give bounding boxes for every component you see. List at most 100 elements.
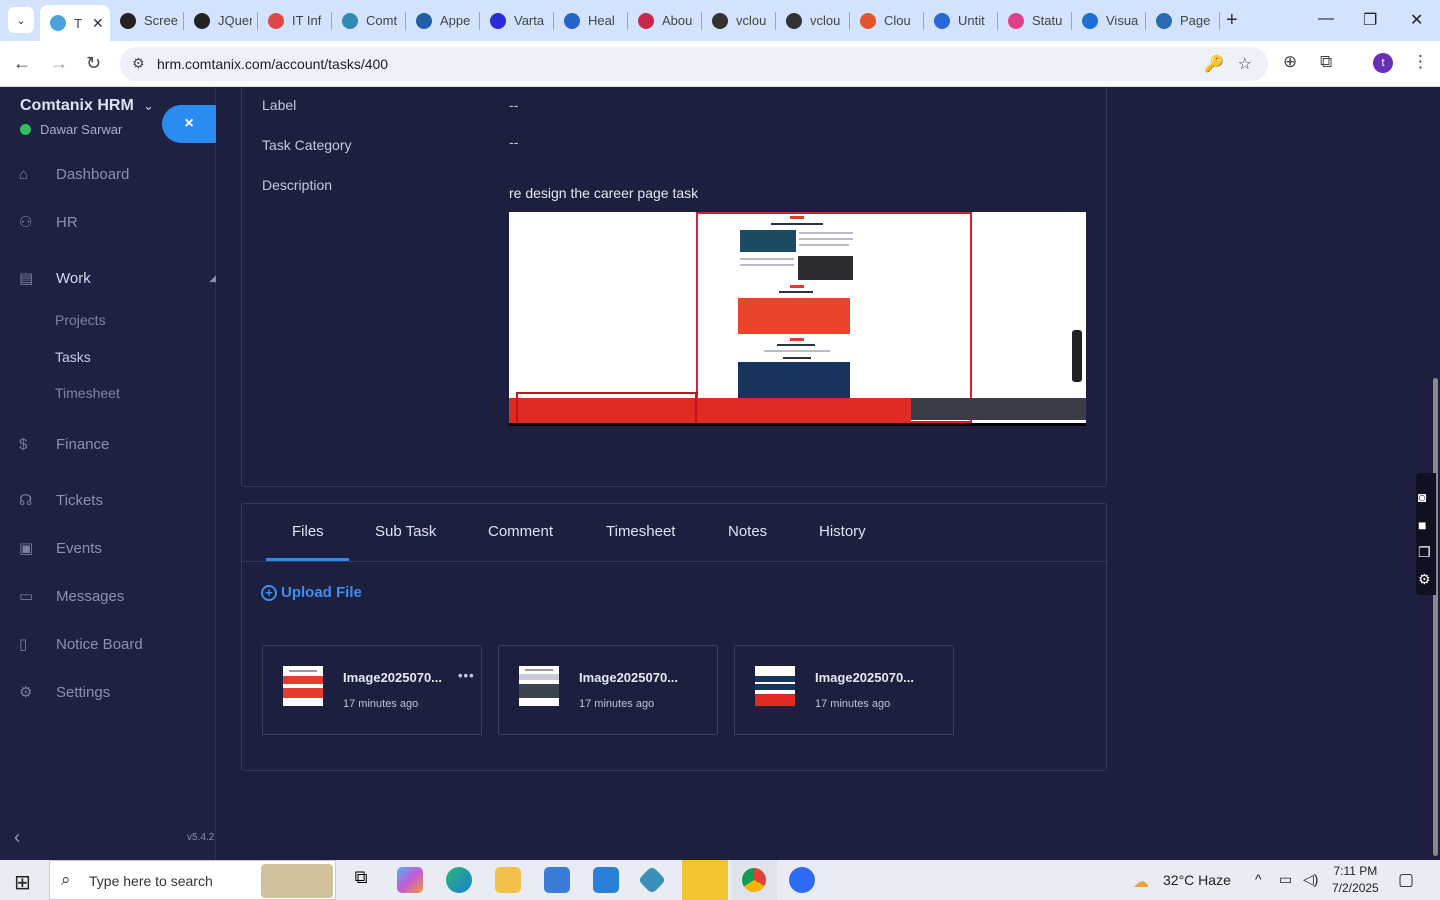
volume-icon[interactable]: ◁) <box>1303 871 1318 888</box>
camera-icon[interactable]: ◙ <box>1418 489 1426 505</box>
tab-files[interactable]: Files <box>292 523 324 540</box>
store-icon[interactable] <box>544 867 570 893</box>
highlight-box <box>516 392 697 423</box>
file-thumbnail[interactable] <box>283 666 323 706</box>
file-name[interactable]: Image2025070... <box>343 670 442 685</box>
sidebar-item-hr[interactable]: ⚇ HR <box>0 207 216 237</box>
edge-icon[interactable] <box>446 867 472 893</box>
extensions-icon[interactable]: ⧉ <box>1320 52 1332 72</box>
forward-icon[interactable]: → <box>50 53 68 74</box>
sidebar-item-tickets[interactable]: ☊ Tickets <box>0 485 216 515</box>
chrome-icon[interactable] <box>731 860 777 900</box>
omnibox-actions[interactable]: 🔑 ☆ <box>1204 54 1252 74</box>
notifications-icon[interactable]: ▢ <box>1398 870 1414 890</box>
file-card[interactable]: Image2025070... 17 minutes ago <box>734 645 954 735</box>
network-icon[interactable]: ▭ <box>1279 871 1292 888</box>
sidebar-subitem-timesheet[interactable]: Timesheet <box>55 385 120 401</box>
browser-tab[interactable]: Clou <box>850 0 924 41</box>
translate-icon[interactable]: ⊕ <box>1283 52 1297 72</box>
tab-notes[interactable]: Notes <box>728 523 767 540</box>
sidebar-item-settings[interactable]: ⚙ Settings <box>0 677 216 707</box>
tab-search-icon[interactable]: ⌄ <box>8 7 34 33</box>
gear-icon[interactable]: ⚙ <box>1418 571 1431 588</box>
label-value: -- <box>509 97 519 113</box>
browser-tab[interactable]: Statu <box>998 0 1072 41</box>
video-icon[interactable]: ■ <box>1418 517 1426 533</box>
browser-tab[interactable]: T ✕ <box>40 5 110 41</box>
reload-icon[interactable]: ↻ <box>86 53 101 74</box>
upload-file-button[interactable]: + Upload File <box>261 584 362 601</box>
browser-tab[interactable]: Untit <box>924 0 998 41</box>
browser-tab[interactable]: Appe <box>406 0 480 41</box>
weather-text[interactable]: 32°C Haze <box>1163 872 1231 888</box>
file-thumbnail[interactable] <box>755 666 795 706</box>
tab-title: Heal <box>588 13 615 28</box>
app-icon[interactable] <box>637 865 667 895</box>
mail-icon[interactable] <box>593 867 619 893</box>
new-tab-button[interactable]: + <box>1226 9 1238 32</box>
browser-tab[interactable]: Heal <box>554 0 628 41</box>
sidebar-item-messages[interactable]: ▭ Messages <box>0 581 216 611</box>
tab-history[interactable]: History <box>819 523 866 540</box>
weather-icon[interactable]: ☁ <box>1133 872 1149 892</box>
restore-icon[interactable]: ❐ <box>1363 10 1377 30</box>
menu-icon[interactable]: ⋮ <box>1412 52 1429 72</box>
brand-name[interactable]: Comtanix HRM <box>20 97 134 115</box>
tab-timesheet[interactable]: Timesheet <box>606 523 675 540</box>
close-sidebar-button[interactable]: × <box>162 105 216 143</box>
tab-title: Visua <box>1106 13 1139 28</box>
tab-favicon-icon <box>1156 12 1172 29</box>
file-explorer-icon[interactable] <box>495 867 521 893</box>
file-name[interactable]: Image2025070... <box>579 670 678 685</box>
sidebar-subitem-projects[interactable]: Projects <box>55 312 106 328</box>
zoom-icon[interactable] <box>789 867 815 893</box>
sidebar-item-dashboard[interactable]: ⌂ Dashboard <box>0 159 216 189</box>
minimize-icon[interactable]: — <box>1318 10 1334 28</box>
browser-tab[interactable]: Page <box>1146 0 1220 41</box>
file-thumbnail[interactable] <box>519 666 559 706</box>
chevron-down-icon[interactable]: ⌄ <box>143 98 154 114</box>
copilot-icon[interactable] <box>397 867 423 893</box>
browser-tab[interactable]: vclou <box>702 0 776 41</box>
scrollbar-thumb[interactable] <box>1433 378 1438 856</box>
file-time: 17 minutes ago <box>579 698 655 710</box>
browser-tab[interactable]: JQuery <box>184 0 258 41</box>
back-icon[interactable]: ← <box>13 53 31 74</box>
chevron-up-icon[interactable]: ^ <box>1255 871 1262 887</box>
file-name[interactable]: Image2025070... <box>815 670 914 685</box>
sticky-notes-icon[interactable] <box>682 860 728 900</box>
sidebar-item-notice-board[interactable]: ▯ Notice Board <box>0 629 216 659</box>
search-highlight-image <box>261 864 333 898</box>
taskbar-search[interactable]: ⌕ Type here to search <box>49 860 336 900</box>
sidebar-item-work[interactable]: ▤ Work ◢ <box>0 263 216 293</box>
browser-tab[interactable]: Comt <box>332 0 406 41</box>
profile-avatar[interactable]: t <box>1373 53 1393 73</box>
tab-favicon-icon <box>934 12 950 29</box>
window-icon[interactable]: ❐ <box>1418 544 1431 561</box>
sidebar-item-events[interactable]: ▣ Events <box>0 533 216 563</box>
windows-start-icon[interactable]: ⊞ <box>14 870 31 895</box>
sidebar-item-finance[interactable]: $ Finance <box>0 429 216 459</box>
more-options-icon[interactable]: ••• <box>458 668 475 683</box>
file-card[interactable]: Image2025070... 17 minutes ago ••• <box>262 645 482 735</box>
tab-comment[interactable]: Comment <box>488 523 553 540</box>
taskbar-clock[interactable]: 7:11 PM 7/2/2025 <box>1332 863 1379 897</box>
browser-tab[interactable]: Visua <box>1072 0 1146 41</box>
address-bar[interactable]: ⚙ hrm.comtanix.com/account/tasks/400 🔑 ☆ <box>120 47 1268 81</box>
browser-tab[interactable]: Screen <box>110 0 184 41</box>
description-screenshot-image[interactable] <box>509 212 1086 426</box>
tab-sub-task[interactable]: Sub Task <box>375 523 436 540</box>
close-window-icon[interactable]: ✕ <box>1410 10 1423 30</box>
browser-tab[interactable]: vclou <box>776 0 850 41</box>
tab-favicon-icon <box>50 15 66 31</box>
url-text[interactable]: hrm.comtanix.com/account/tasks/400 <box>157 56 388 72</box>
task-view-icon[interactable]: ⧉ <box>348 867 374 893</box>
site-info-icon[interactable]: ⚙ <box>132 55 145 72</box>
close-tab-icon[interactable]: ✕ <box>92 15 104 32</box>
browser-tab[interactable]: Abou <box>628 0 702 41</box>
collapse-sidebar-icon[interactable]: ‹ <box>14 827 20 848</box>
browser-tab[interactable]: Varta <box>480 0 554 41</box>
browser-tab[interactable]: IT Inf <box>258 0 332 41</box>
file-card[interactable]: Image2025070... 17 minutes ago <box>498 645 718 735</box>
sidebar-subitem-tasks[interactable]: Tasks <box>55 349 91 365</box>
